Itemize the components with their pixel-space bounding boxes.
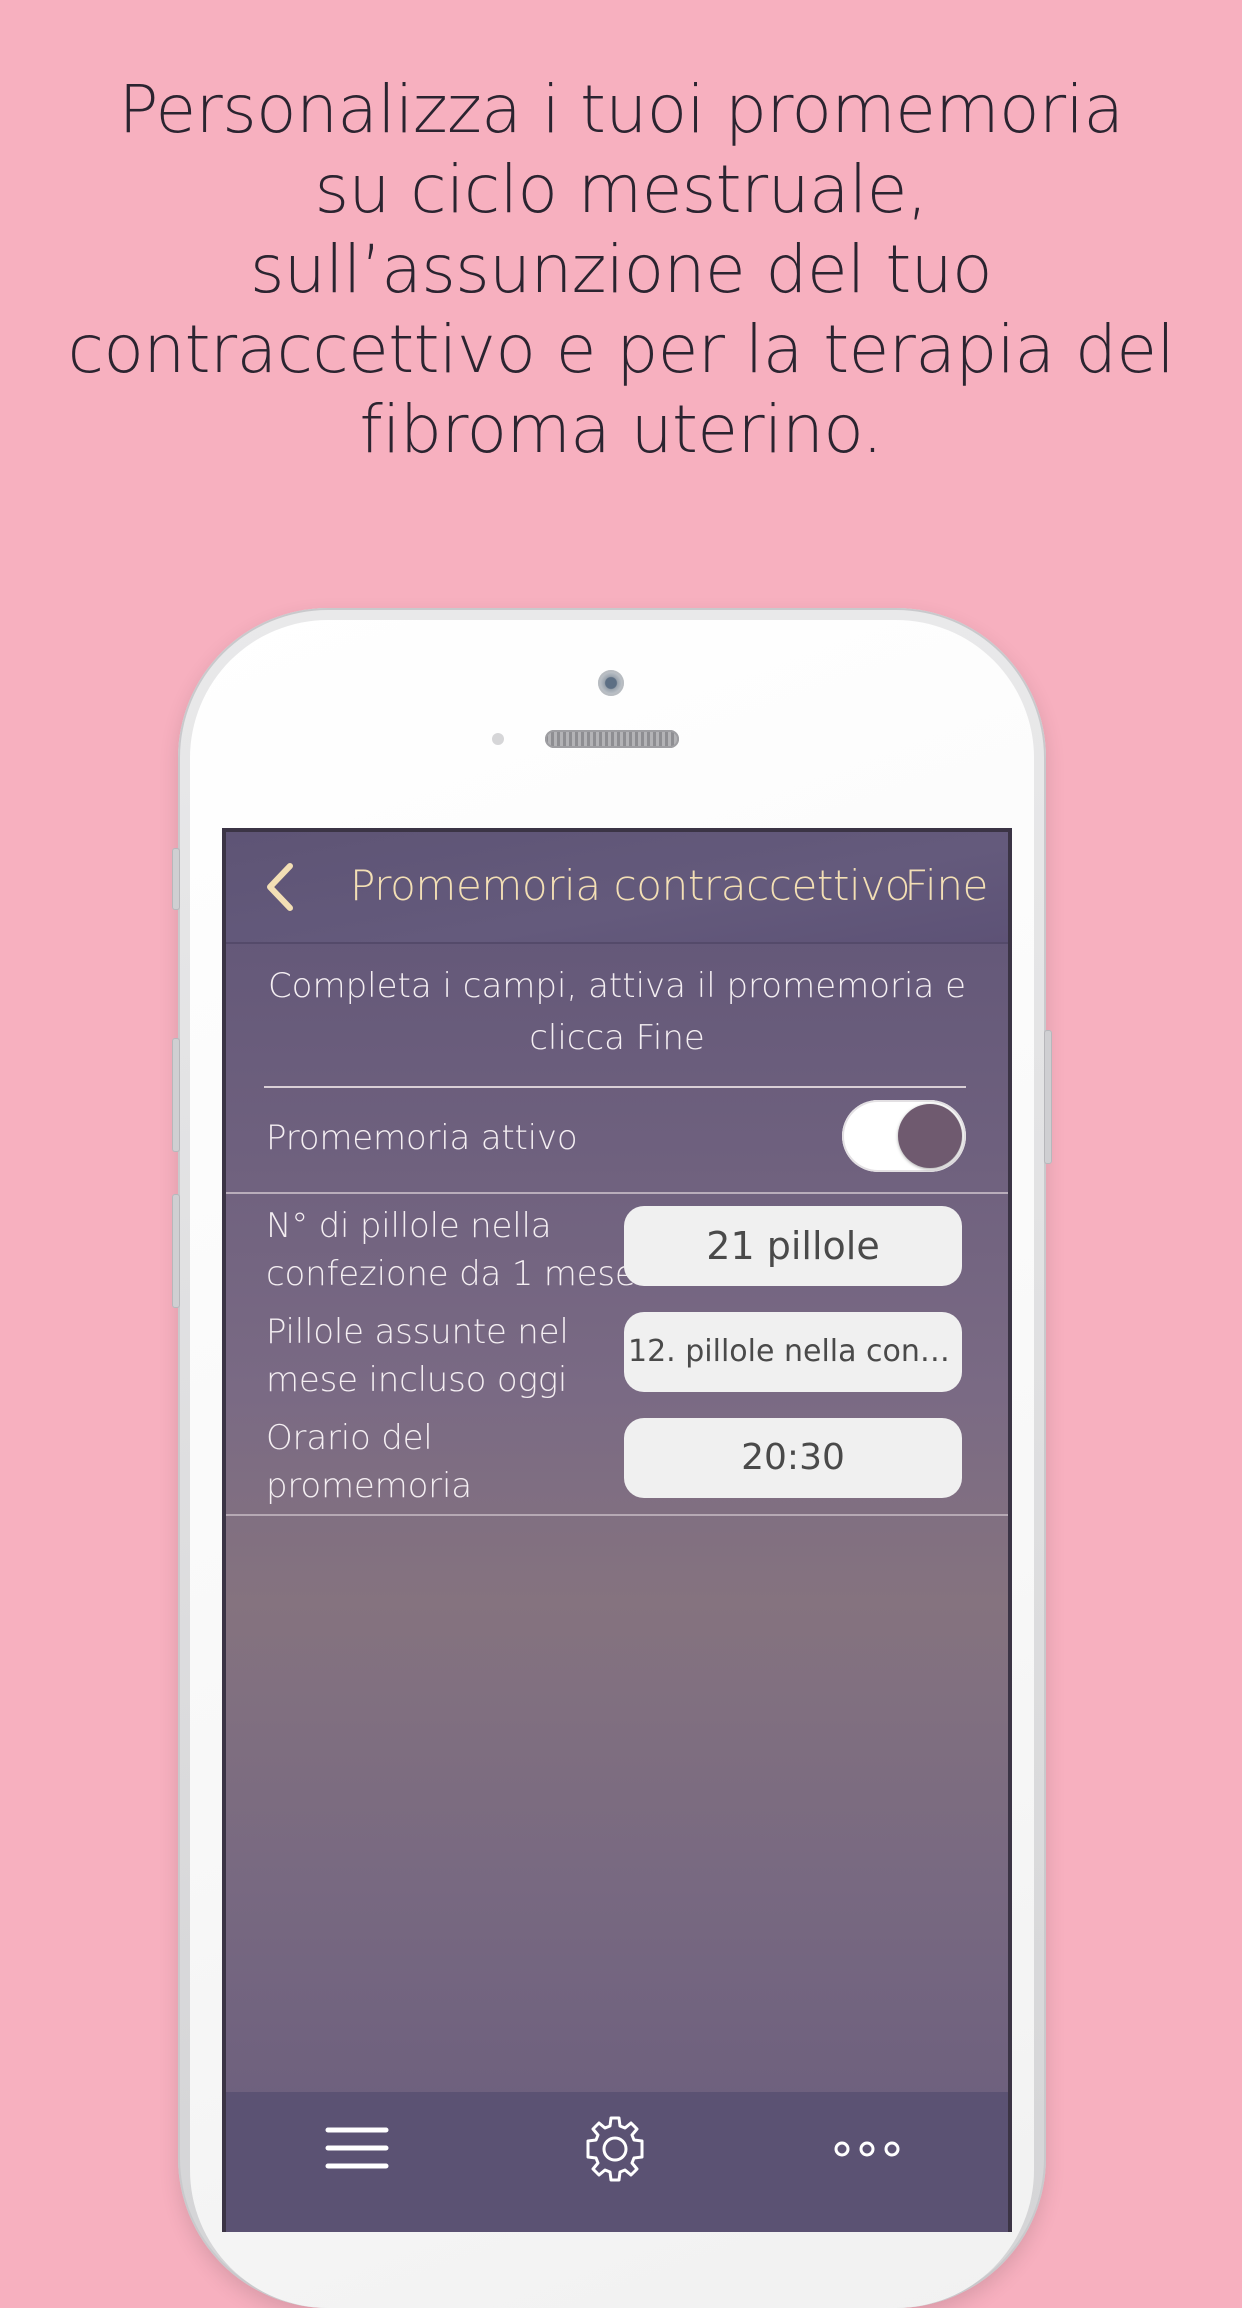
divider-instructions	[264, 1086, 966, 1088]
done-button[interactable]: Fine	[904, 856, 988, 916]
reminder-active-label: Promemoria attivo	[266, 1118, 578, 1158]
instructions-line-1: Completa i campi, attiva il promemoria e	[267, 966, 967, 1006]
instructions-line-2: clicca Fine	[529, 1018, 705, 1058]
instructions-text: Completa i campi, attiva il promemoria e…	[256, 960, 978, 1064]
chevron-left-icon[interactable]	[262, 862, 302, 912]
tab-bar	[226, 2092, 1008, 2232]
front-camera	[598, 670, 624, 696]
app-screen: Promemoria contraccettivo Fine Completa …	[222, 828, 1012, 2232]
reminder-time-label-line-2: promemoria	[266, 1466, 472, 1506]
divider-toggle	[226, 1192, 1008, 1194]
pills-per-pack-label-line-2: confezione da 1 mese	[266, 1254, 636, 1294]
divider-fields	[226, 1514, 1008, 1516]
power-button	[1044, 1030, 1052, 1164]
headline-line-5: fibroma uterino.	[359, 391, 883, 468]
pills-per-pack-label: N° di pillole nella confezione da 1 mese	[266, 1202, 636, 1298]
pills-taken-label-line-1: Pillole assunte nel	[266, 1312, 569, 1352]
pills-taken-label-line-2: mese incluso oggi	[266, 1360, 568, 1400]
headline-line-1: Personalizza i tuoi promemoria	[118, 71, 1124, 148]
reminder-active-toggle[interactable]	[842, 1100, 966, 1172]
pills-per-pack-label-line-1: N° di pillole nella	[266, 1206, 552, 1246]
page-title: Promemoria contraccettivo	[350, 861, 911, 910]
headline-line-4: contraccettivo e per la terapia del	[67, 311, 1175, 388]
headline-line-3: sull’assunzione del tuo	[250, 231, 992, 308]
reminder-time-label: Orario del promemoria	[266, 1414, 472, 1510]
navigation-bar: Promemoria contraccettivo Fine	[226, 832, 1008, 944]
pills-per-pack-field[interactable]: 21 pillole	[624, 1206, 962, 1286]
toggle-knob	[898, 1104, 962, 1168]
pills-taken-field[interactable]: 12. pillole nella confe…	[624, 1312, 962, 1392]
reminder-time-label-line-1: Orario del	[266, 1418, 433, 1458]
more-dots-icon[interactable]	[832, 2114, 902, 2184]
gear-icon[interactable]	[580, 2114, 650, 2184]
reminder-time-field[interactable]: 20:30	[624, 1418, 962, 1498]
pills-taken-label: Pillole assunte nel mese incluso oggi	[266, 1308, 569, 1404]
volume-down-button	[172, 1194, 180, 1308]
volume-up-button	[172, 1038, 180, 1152]
headline-line-2: su ciclo mestruale,	[314, 151, 928, 228]
hamburger-menu-icon[interactable]	[322, 2114, 392, 2184]
earpiece-speaker	[545, 730, 679, 748]
promo-headline: Personalizza i tuoi promemoria su ciclo …	[40, 70, 1202, 470]
mute-switch	[172, 848, 180, 910]
proximity-sensor	[492, 733, 504, 745]
